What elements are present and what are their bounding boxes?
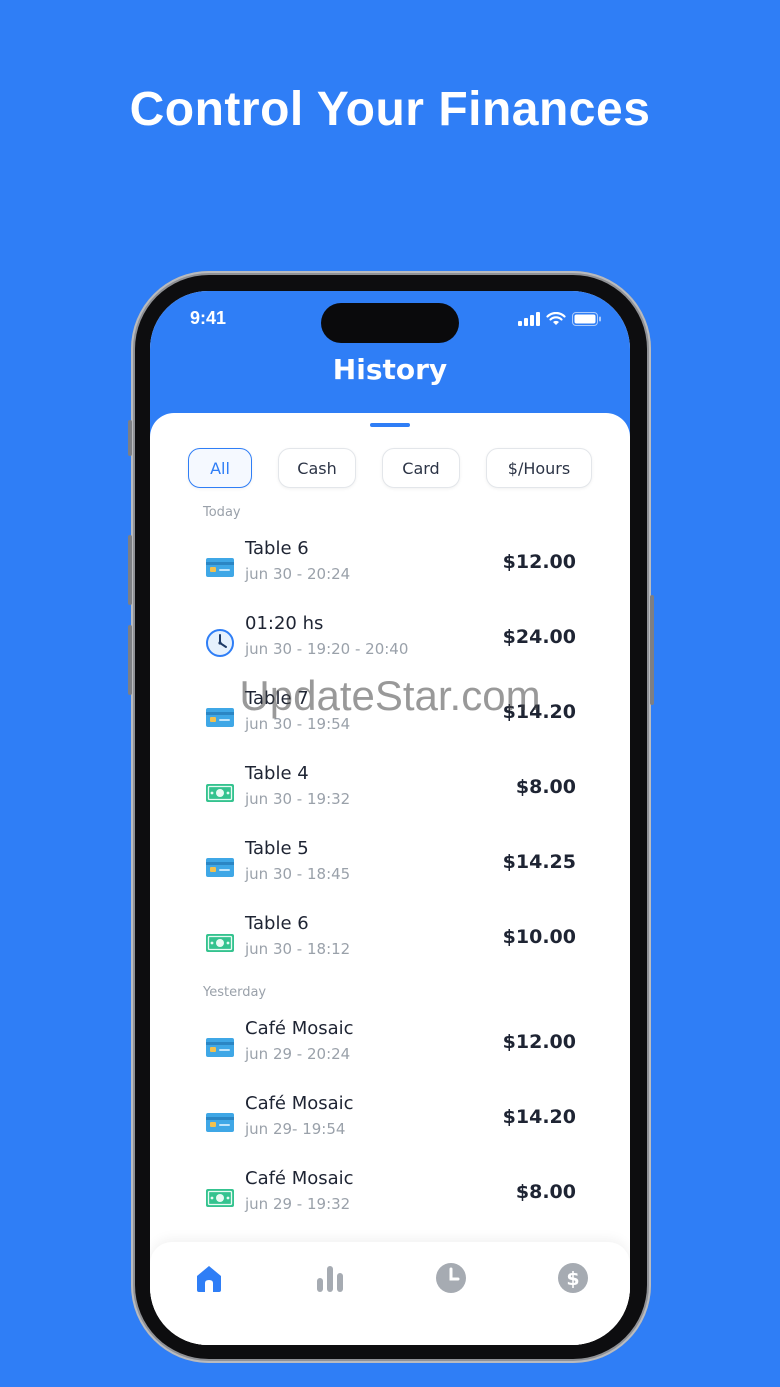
tab-bar: $ bbox=[150, 1242, 630, 1345]
transaction-row[interactable]: Café Mosaic jun 29 - 19:32 $8.00 bbox=[202, 1168, 578, 1228]
transaction-date: jun 30 - 20:24 bbox=[245, 565, 351, 583]
transaction-date: jun 29- 19:54 bbox=[245, 1120, 346, 1138]
transaction-amount: $12.00 bbox=[502, 551, 576, 573]
battery-icon bbox=[572, 312, 601, 326]
volume-up-button bbox=[128, 535, 132, 605]
clock-icon bbox=[202, 628, 238, 658]
watermark: UpdateStar.com bbox=[239, 672, 541, 719]
section-today: Today bbox=[203, 505, 241, 520]
transaction-row[interactable]: Café Mosaic jun 29- 19:54 $14.20 bbox=[202, 1093, 578, 1153]
filter-cash[interactable]: Cash bbox=[278, 448, 356, 488]
transaction-name: Table 4 bbox=[245, 763, 309, 784]
transaction-amount: $24.00 bbox=[502, 626, 576, 648]
wifi-icon bbox=[546, 312, 566, 325]
headline: Control Your Finances bbox=[129, 83, 651, 136]
dynamic-island bbox=[321, 303, 459, 343]
filter-hours[interactable]: $/Hours bbox=[486, 448, 592, 488]
transaction-date: jun 30 - 19:32 bbox=[245, 790, 351, 808]
transaction-row[interactable]: 01:20 hs jun 30 - 19:20 - 20:40 $24.00 bbox=[202, 613, 578, 673]
home-icon bbox=[197, 1266, 221, 1292]
tab-stats[interactable] bbox=[310, 1258, 350, 1298]
transaction-name: 01:20 hs bbox=[245, 613, 324, 634]
transaction-amount: $14.20 bbox=[502, 1106, 576, 1128]
section-yesterday: Yesterday bbox=[203, 985, 267, 1000]
transaction-amount: $8.00 bbox=[515, 776, 576, 798]
transaction-date: jun 30 - 18:45 bbox=[245, 865, 351, 883]
credit-card-icon bbox=[202, 1033, 238, 1063]
credit-card-icon bbox=[202, 853, 238, 883]
dollar-icon: $ bbox=[558, 1263, 588, 1293]
transaction-row[interactable]: Table 6 jun 30 - 20:24 $12.00 bbox=[202, 538, 578, 598]
transaction-name: Table 6 bbox=[245, 913, 309, 934]
transaction-name: Café Mosaic bbox=[245, 1093, 354, 1114]
status-time: 9:41 bbox=[190, 308, 227, 328]
transaction-row[interactable]: Table 4 jun 30 - 19:32 $8.00 bbox=[202, 763, 578, 823]
clock-icon bbox=[436, 1263, 466, 1293]
transaction-date: jun 30 - 19:20 - 20:40 bbox=[245, 640, 409, 658]
transaction-date: jun 29 - 20:24 bbox=[245, 1045, 351, 1063]
tab-earnings[interactable]: $ bbox=[553, 1258, 593, 1298]
transaction-name: Table 6 bbox=[245, 538, 309, 559]
cash-icon bbox=[202, 928, 238, 958]
cash-icon bbox=[202, 1183, 238, 1213]
transaction-amount: $10.00 bbox=[502, 926, 576, 948]
filter-card[interactable]: Card bbox=[382, 448, 460, 488]
transaction-row[interactable]: Table 6 jun 30 - 18:12 $10.00 bbox=[202, 913, 578, 973]
transaction-date: jun 29 - 19:32 bbox=[245, 1195, 351, 1213]
page-title: History bbox=[332, 353, 448, 386]
tab-home[interactable] bbox=[189, 1258, 229, 1298]
tab-history[interactable] bbox=[431, 1258, 471, 1298]
status-icons bbox=[518, 312, 602, 326]
cash-icon bbox=[202, 778, 238, 808]
svg-text:$: $ bbox=[566, 1268, 579, 1290]
sheet-grabber[interactable] bbox=[370, 423, 410, 427]
transaction-amount: $14.25 bbox=[502, 851, 576, 873]
signal-icon bbox=[518, 312, 540, 326]
action-button bbox=[128, 420, 132, 456]
transaction-row[interactable]: Café Mosaic jun 29 - 20:24 $12.00 bbox=[202, 1018, 578, 1078]
transaction-date: jun 30 - 18:12 bbox=[245, 940, 351, 958]
transaction-name: Café Mosaic bbox=[245, 1168, 354, 1189]
transaction-row[interactable]: Table 5 jun 30 - 18:45 $14.25 bbox=[202, 838, 578, 898]
filter-chips: All Cash Card $/Hours bbox=[188, 448, 592, 488]
credit-card-icon bbox=[202, 1108, 238, 1138]
transaction-name: Table 5 bbox=[245, 838, 309, 859]
history-sheet: All Cash Card $/Hours Today Yesterday Ta… bbox=[150, 413, 630, 1345]
transaction-amount: $12.00 bbox=[502, 1031, 576, 1053]
phone-screen: 9:41 History All Cash Card $/Hours Today bbox=[150, 291, 630, 1345]
credit-card-icon bbox=[202, 553, 238, 583]
transaction-name: Café Mosaic bbox=[245, 1018, 354, 1039]
filter-all[interactable]: All bbox=[188, 448, 252, 488]
transaction-amount: $8.00 bbox=[515, 1181, 576, 1203]
bar-chart-icon bbox=[317, 1266, 343, 1292]
